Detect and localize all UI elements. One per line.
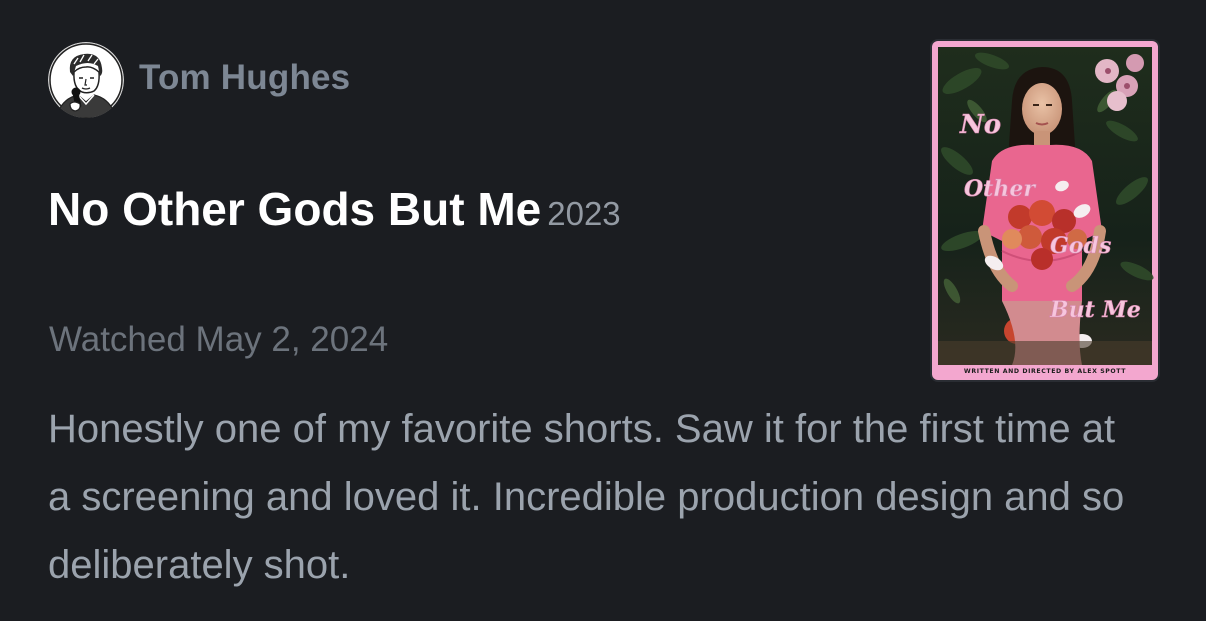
avatar[interactable] <box>48 42 124 118</box>
poster-image: No Other Gods But Me WRITTEN AND DIRECTE… <box>932 41 1158 380</box>
avatar-illustration-icon <box>48 42 124 118</box>
film-year[interactable]: 2023 <box>547 195 620 232</box>
author-row[interactable]: Tom Hughes <box>48 42 350 118</box>
film-heading: No Other Gods But Me 2023 <box>48 182 621 236</box>
poster-title-word-3: Gods <box>1050 233 1111 259</box>
poster-credit: WRITTEN AND DIRECTED BY ALEX SPOTT <box>964 368 1126 375</box>
film-title[interactable]: No Other Gods But Me <box>48 183 541 235</box>
review-card: Tom Hughes No Other Gods But Me 2023 Watc… <box>0 0 1206 621</box>
film-poster[interactable]: No Other Gods But Me WRITTEN AND DIRECTE… <box>932 41 1158 380</box>
watched-date: Watched May 2, 2024 <box>49 320 389 359</box>
poster-title-word-4: But Me <box>1049 297 1141 323</box>
poster-title-word-1: No <box>959 110 1001 140</box>
author-name[interactable]: Tom Hughes <box>139 58 350 98</box>
review-body: Honestly one of my favorite shorts. Saw … <box>48 407 1125 587</box>
poster-title-word-2: Other <box>964 176 1036 202</box>
